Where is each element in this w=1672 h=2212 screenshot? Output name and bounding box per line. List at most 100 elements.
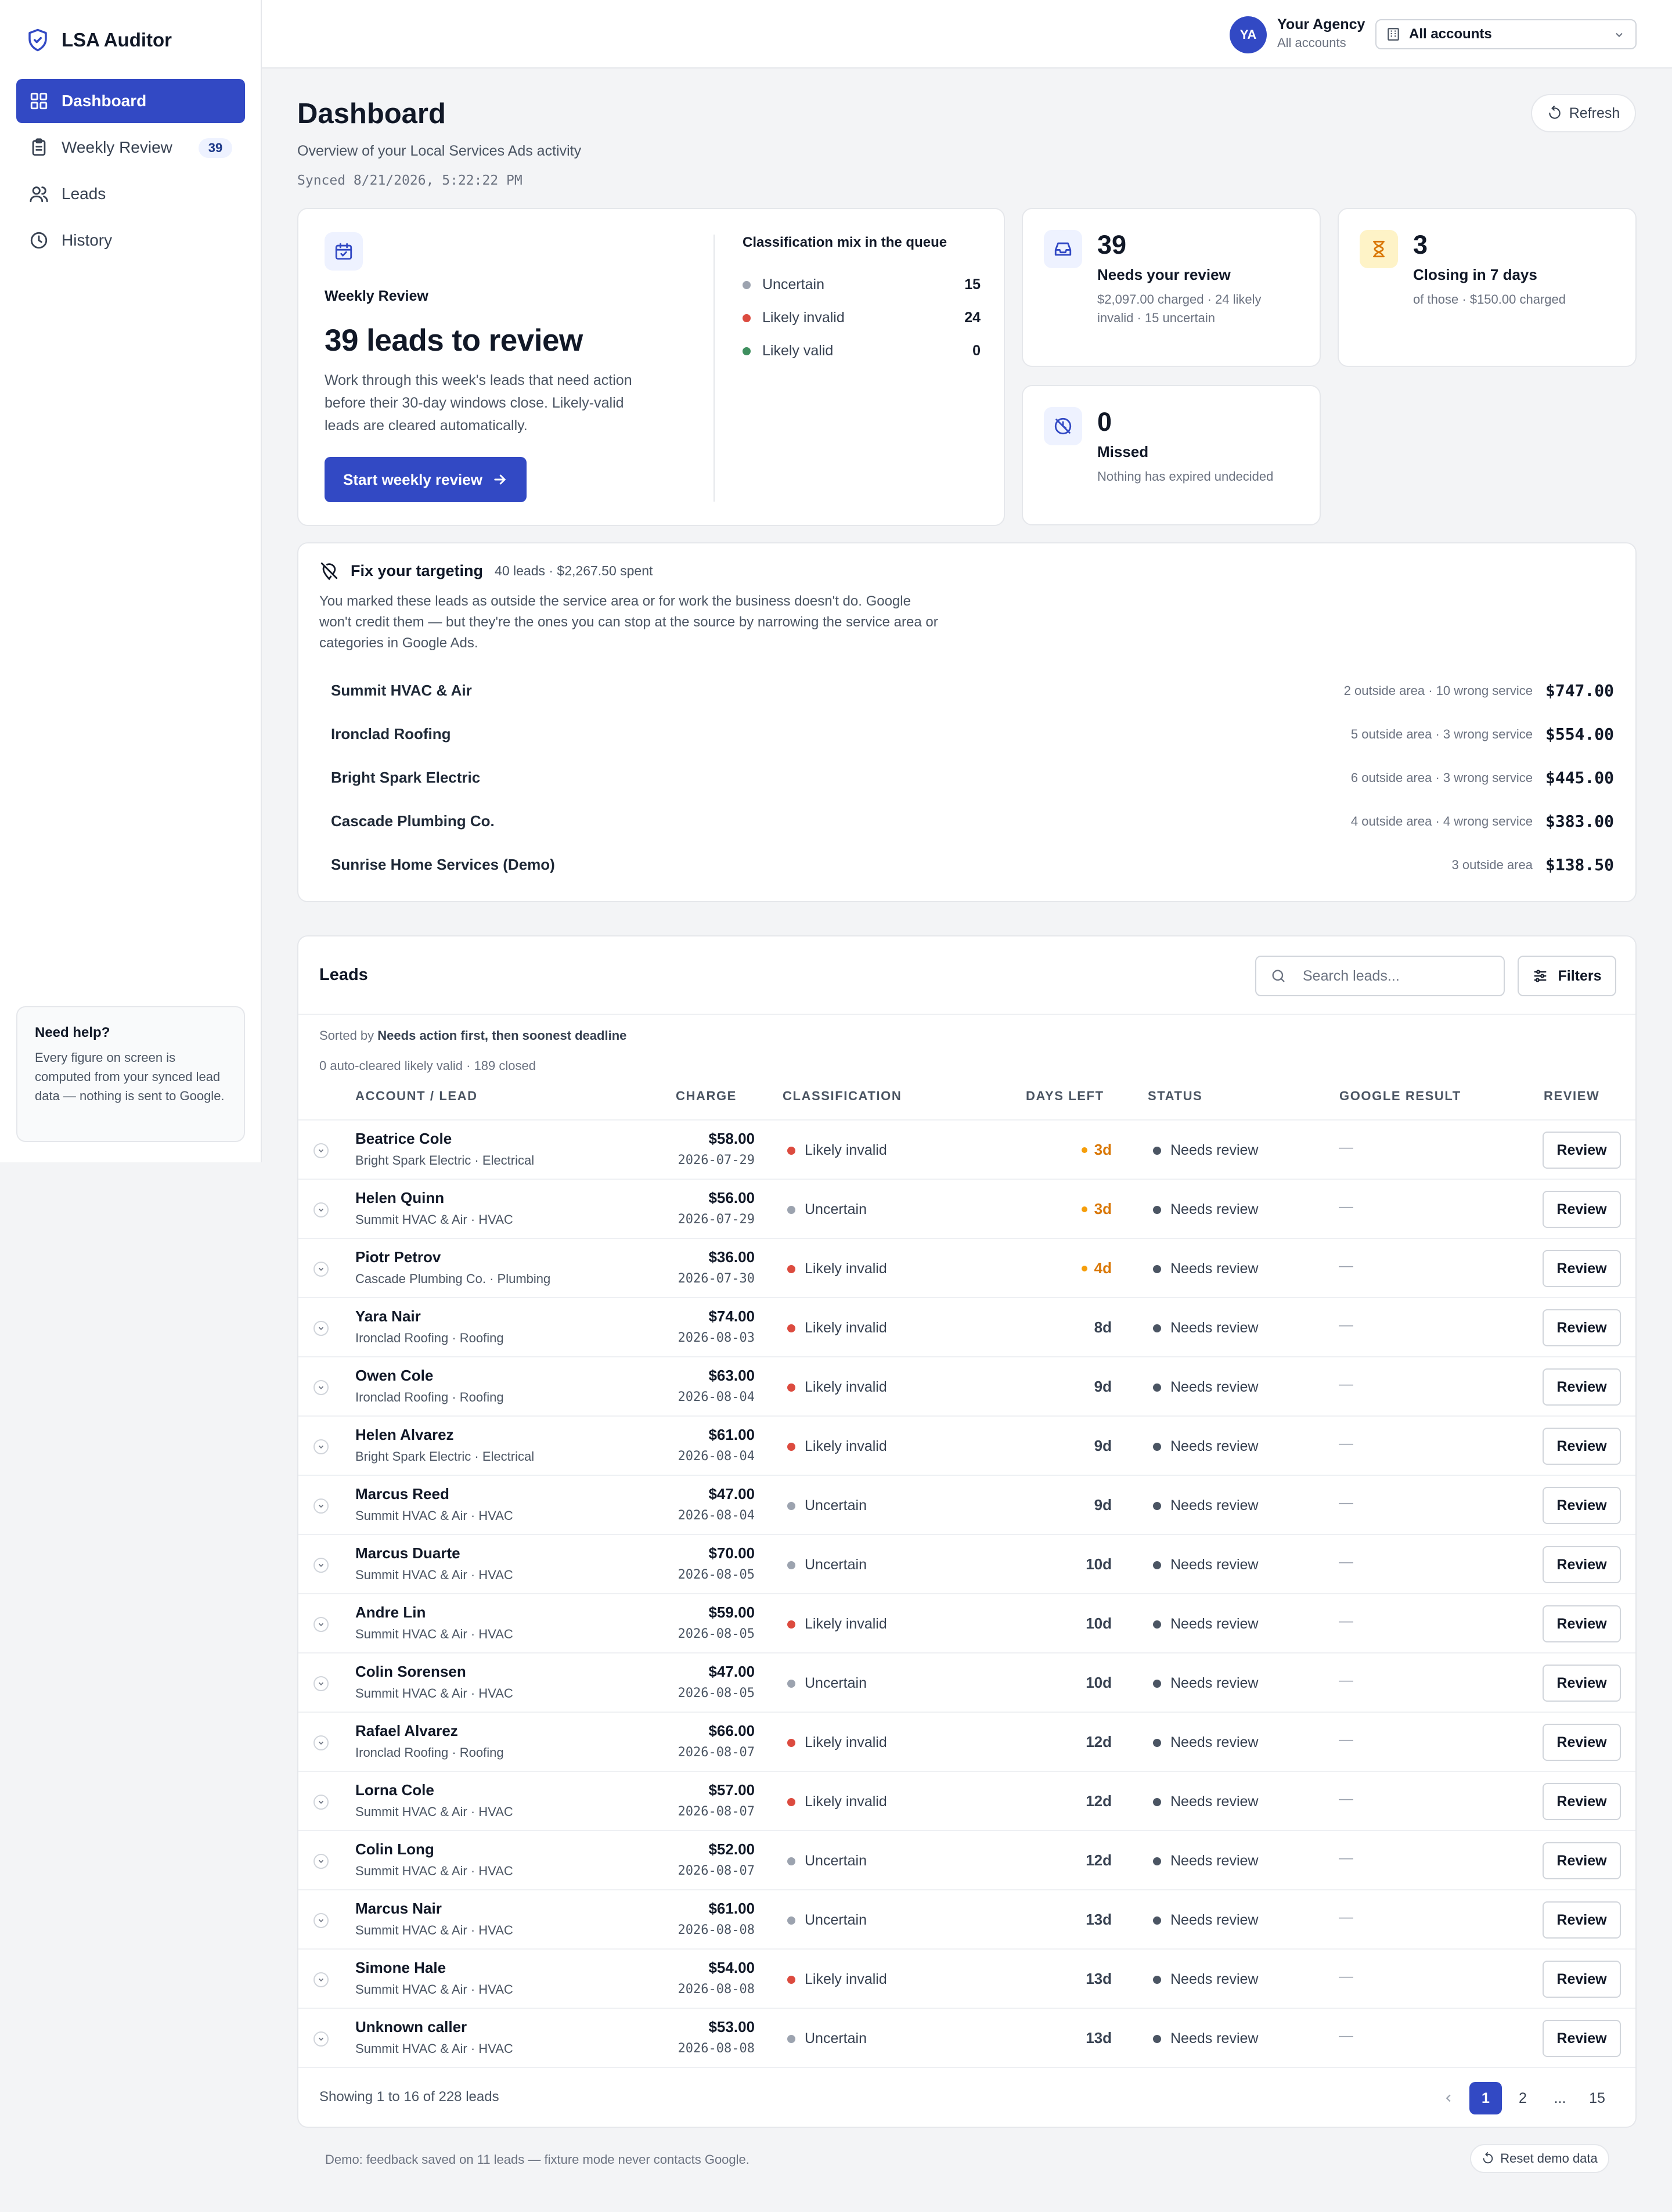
lead-name[interactable]: Marcus Reed: [355, 1485, 449, 1503]
refresh-button[interactable]: Refresh: [1531, 94, 1636, 132]
lead-name[interactable]: Unknown caller: [355, 2018, 467, 2036]
table-row[interactable]: Marcus Reed Summit HVAC & Air · HVAC $47.0…: [298, 1475, 1635, 1534]
review-button[interactable]: Review: [1543, 1783, 1621, 1820]
review-button[interactable]: Review: [1543, 1605, 1621, 1642]
targeting-row[interactable]: Cascade Plumbing Co. 4 outside area · 4 w…: [331, 799, 1614, 843]
review-button[interactable]: Review: [1543, 1724, 1621, 1761]
column-header-status[interactable]: STATUS: [1148, 1089, 1202, 1104]
expand-row-button[interactable]: [314, 2031, 329, 2047]
table-row[interactable]: Marcus Nair Summit HVAC & Air · HVAC $61.0…: [298, 1889, 1635, 1948]
expand-row-button[interactable]: [314, 1202, 329, 1217]
avatar[interactable]: YA: [1230, 16, 1267, 53]
reset-demo-button[interactable]: Reset demo data: [1470, 2144, 1609, 2173]
lead-name[interactable]: Colin Long: [355, 1840, 434, 1858]
review-button[interactable]: Review: [1543, 1487, 1621, 1524]
lead-name[interactable]: Marcus Duarte: [355, 1544, 460, 1562]
review-button[interactable]: Review: [1543, 1132, 1621, 1169]
page-1-button[interactable]: 1: [1469, 2082, 1502, 2114]
sidebar-item-weekly-review[interactable]: Weekly Review 39: [16, 125, 245, 170]
table-row[interactable]: Unknown caller Summit HVAC & Air · HVAC $5…: [298, 2008, 1635, 2067]
expand-row-button[interactable]: [314, 1676, 329, 1691]
review-button[interactable]: Review: [1543, 1901, 1621, 1939]
targeting-row[interactable]: Sunrise Home Services (Demo) 3 outside ar…: [331, 843, 1614, 887]
expand-row-button[interactable]: [314, 1262, 329, 1277]
missed-card[interactable]: 0 Missed Nothing has expired undecided: [1022, 385, 1321, 525]
lead-name[interactable]: Yara Nair: [355, 1307, 421, 1325]
needs-review-card[interactable]: 39 Needs your review $2,097.00 charged ·…: [1022, 208, 1321, 367]
table-row[interactable]: Helen Quinn Summit HVAC & Air · HVAC $56.0…: [298, 1179, 1635, 1238]
review-button[interactable]: Review: [1543, 1546, 1621, 1583]
targeting-row[interactable]: Summit HVAC & Air 2 outside area · 10 wro…: [331, 669, 1614, 712]
table-row[interactable]: Rafael Alvarez Ironclad Roofing · Roofing…: [298, 1712, 1635, 1771]
expand-row-button[interactable]: [314, 1972, 329, 1987]
review-button[interactable]: Review: [1543, 1961, 1621, 1998]
lead-name[interactable]: Beatrice Cole: [355, 1130, 452, 1148]
table-row[interactable]: Andre Lin Summit HVAC & Air · HVAC $59.00 2…: [298, 1593, 1635, 1652]
review-button[interactable]: Review: [1543, 1250, 1621, 1287]
expand-row-button[interactable]: [314, 1913, 329, 1928]
expand-row-button[interactable]: [314, 1498, 329, 1514]
classification-dot: [787, 1442, 795, 1451]
table-row[interactable]: Yara Nair Ironclad Roofing · Roofing $74.0…: [298, 1297, 1635, 1356]
expand-row-button[interactable]: [314, 1735, 329, 1750]
column-header-google-result[interactable]: GOOGLE RESULT: [1339, 1089, 1461, 1104]
lead-status: Needs review: [1153, 1201, 1258, 1218]
table-row[interactable]: Colin Sorensen Summit HVAC & Air · HVAC $4…: [298, 1652, 1635, 1712]
review-button[interactable]: Review: [1543, 1665, 1621, 1702]
weekly-review-headline: 39 leads to review: [325, 323, 583, 358]
lead-name[interactable]: Helen Quinn: [355, 1189, 444, 1207]
column-header-days-left[interactable]: DAYS LEFT: [1026, 1089, 1104, 1104]
account-select[interactable]: All accounts: [1375, 19, 1637, 49]
column-header-charge[interactable]: CHARGE: [676, 1089, 737, 1104]
table-row[interactable]: Owen Cole Ironclad Roofing · Roofing $63.0…: [298, 1356, 1635, 1415]
review-button[interactable]: Review: [1543, 2020, 1621, 2057]
table-row[interactable]: Marcus Duarte Summit HVAC & Air · HVAC $70…: [298, 1534, 1635, 1593]
filters-button[interactable]: Filters: [1518, 956, 1616, 996]
expand-row-button[interactable]: [314, 1795, 329, 1810]
lead-name[interactable]: Helen Alvarez: [355, 1426, 454, 1444]
lead-name[interactable]: Piotr Petrov: [355, 1248, 441, 1266]
sidebar-item-history[interactable]: History: [16, 218, 245, 262]
page-15-button[interactable]: 15: [1581, 2082, 1613, 2114]
search-box[interactable]: Search leads...: [1255, 956, 1505, 996]
column-header-classification[interactable]: CLASSIFICATION: [783, 1089, 902, 1104]
prev-page-button[interactable]: [1432, 2082, 1465, 2114]
column-header-account[interactable]: ACCOUNT / LEAD: [355, 1089, 478, 1104]
lead-name[interactable]: Simone Hale: [355, 1959, 446, 1977]
page-2-button[interactable]: 2: [1507, 2082, 1539, 2114]
expand-row-button[interactable]: [314, 1380, 329, 1395]
review-button[interactable]: Review: [1543, 1191, 1621, 1228]
start-weekly-review-button[interactable]: Start weekly review: [325, 457, 527, 502]
lead-days-left: 13d: [1086, 2029, 1112, 2047]
search-input[interactable]: Search leads...: [1303, 968, 1400, 985]
review-button[interactable]: Review: [1543, 1368, 1621, 1406]
table-row[interactable]: Beatrice Cole Bright Spark Electric · Ele…: [298, 1119, 1635, 1179]
sidebar-item-dashboard[interactable]: Dashboard: [16, 79, 245, 123]
review-button[interactable]: Review: [1543, 1309, 1621, 1346]
table-row[interactable]: Piotr Petrov Cascade Plumbing Co. · Plumb…: [298, 1238, 1635, 1297]
closing-soon-card[interactable]: 3 Closing in 7 days of those · $150.00 c…: [1338, 208, 1637, 367]
expand-row-button[interactable]: [314, 1143, 329, 1158]
expand-row-button[interactable]: [314, 1617, 329, 1632]
expand-row-button[interactable]: [314, 1439, 329, 1454]
expand-row-button[interactable]: [314, 1321, 329, 1336]
expand-row-button[interactable]: [314, 1854, 329, 1869]
review-button[interactable]: Review: [1543, 1842, 1621, 1879]
review-button[interactable]: Review: [1543, 1428, 1621, 1465]
table-row[interactable]: Colin Long Summit HVAC & Air · HVAC $52.00…: [298, 1830, 1635, 1889]
lead-name[interactable]: Rafael Alvarez: [355, 1722, 458, 1740]
expand-row-button[interactable]: [314, 1558, 329, 1573]
targeting-row[interactable]: Ironclad Roofing 5 outside area · 3 wrong…: [331, 712, 1614, 756]
table-row[interactable]: Lorna Cole Summit HVAC & Air · HVAC $57.00…: [298, 1771, 1635, 1830]
lead-name[interactable]: Owen Cole: [355, 1367, 433, 1385]
lead-name[interactable]: Lorna Cole: [355, 1781, 434, 1799]
lead-name[interactable]: Marcus Nair: [355, 1900, 442, 1918]
table-row[interactable]: Helen Alvarez Bright Spark Electric · Ele…: [298, 1415, 1635, 1475]
lead-name[interactable]: Andre Lin: [355, 1604, 426, 1622]
lead-name[interactable]: Colin Sorensen: [355, 1663, 466, 1681]
sidebar-item-leads[interactable]: Leads: [16, 172, 245, 216]
clock-icon: [30, 232, 48, 249]
table-row[interactable]: Simone Hale Summit HVAC & Air · HVAC $54.0…: [298, 1948, 1635, 2008]
brand[interactable]: LSA Auditor: [26, 24, 172, 56]
targeting-row[interactable]: Bright Spark Electric 6 outside area · 3 …: [331, 756, 1614, 799]
